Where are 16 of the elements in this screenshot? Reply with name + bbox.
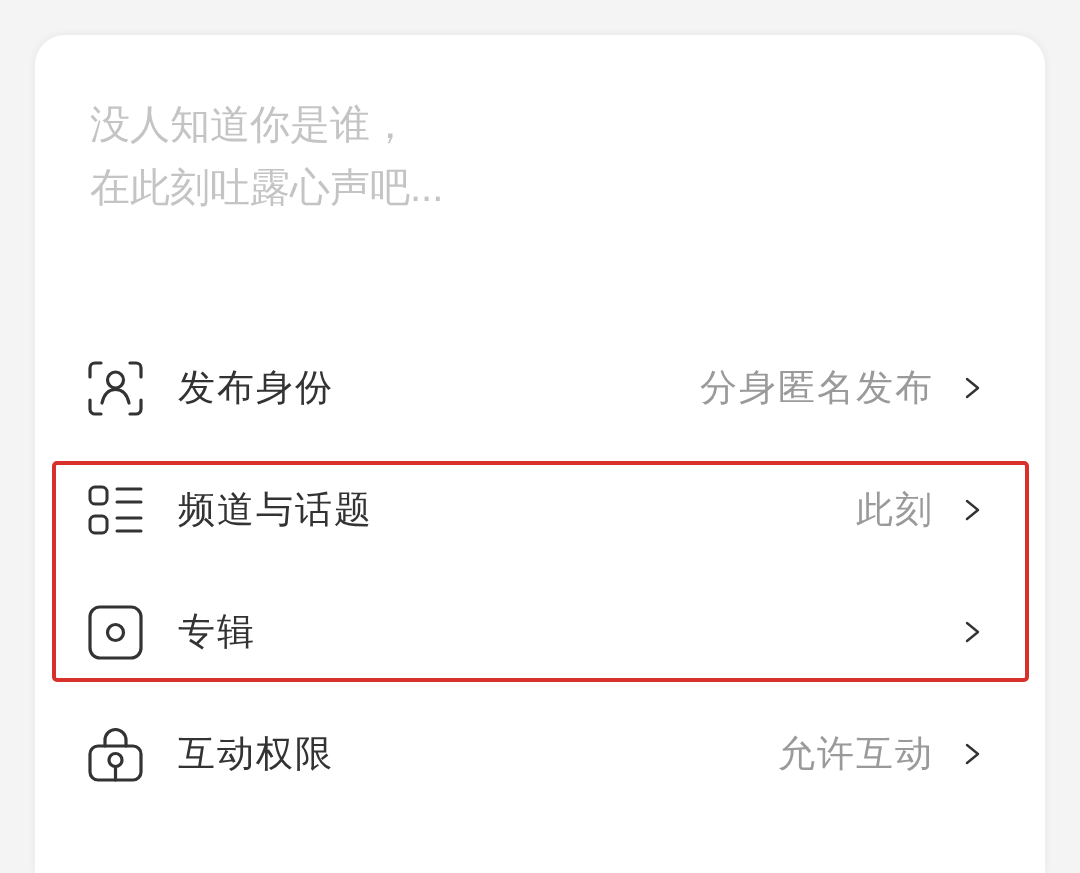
person-frame-icon <box>88 360 143 416</box>
list-icon <box>88 485 143 535</box>
current-value-text: 允许互动 <box>778 731 934 777</box>
current-value-text: 此刻 <box>856 487 934 533</box>
chevron-right-icon <box>965 743 980 765</box>
chevron-right-icon <box>965 621 980 643</box>
lock-icon <box>88 726 143 782</box>
chevron-right-icon <box>965 377 980 399</box>
post-text-field[interactable]: 没人知道你是谁，在此刻吐露心声吧... <box>90 93 447 293</box>
chevron-right-icon <box>965 499 980 521</box>
circle-in-square-icon <box>88 604 143 660</box>
menu-row[interactable]: 互动权限 允许互动 <box>52 693 1029 815</box>
menu-row[interactable]: 发布身份 分身匿名发布 <box>52 327 1029 449</box>
menu-row[interactable]: 频道与话题 此刻 <box>52 449 1029 571</box>
menu-row[interactable]: 专辑 <box>52 571 1029 693</box>
current-value-text: 分身匿名发布 <box>700 365 934 411</box>
